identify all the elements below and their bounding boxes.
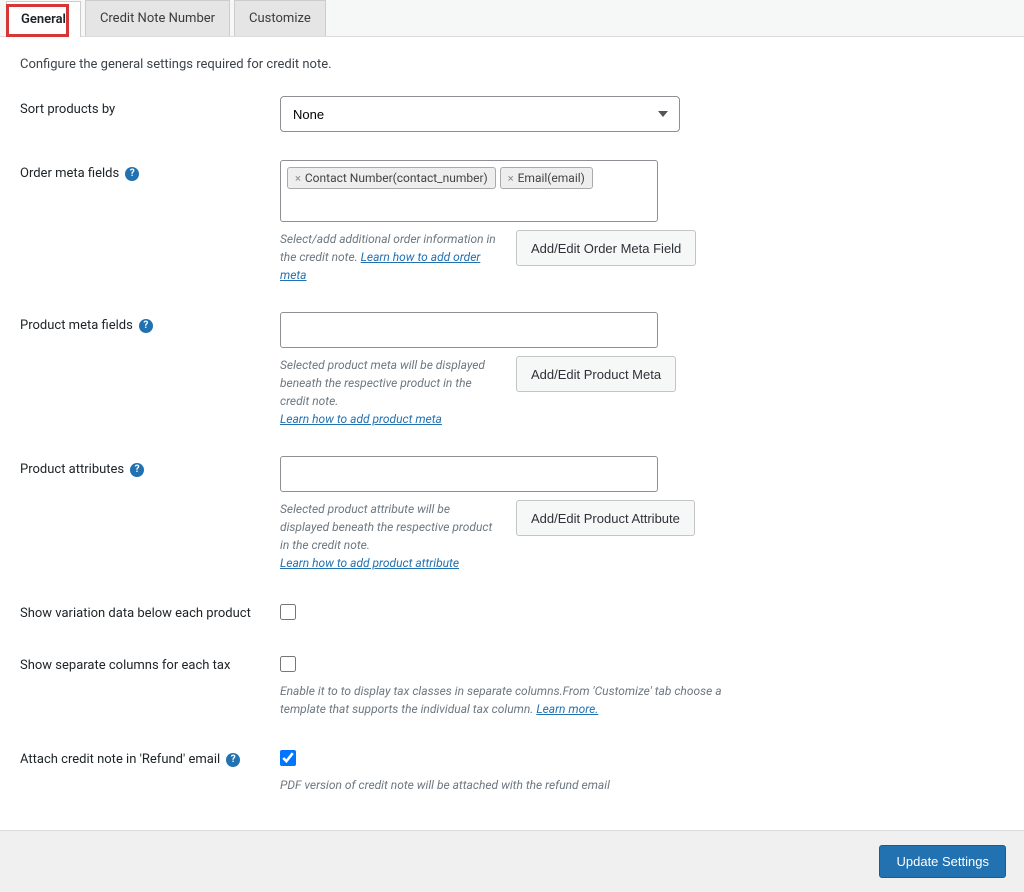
order-meta-tag: × Email(email) xyxy=(500,167,593,189)
add-edit-order-meta-button[interactable]: Add/Edit Order Meta Field xyxy=(516,230,696,266)
order-meta-tag: × Contact Number(contact_number) xyxy=(287,167,496,189)
add-edit-product-attribute-button[interactable]: Add/Edit Product Attribute xyxy=(516,500,695,536)
intro-text: Configure the general settings required … xyxy=(20,57,1004,72)
help-icon[interactable]: ? xyxy=(130,463,144,477)
settings-panel: Configure the general settings required … xyxy=(0,37,1024,831)
tax-columns-learn-link[interactable]: Learn more. xyxy=(536,702,598,716)
product-meta-hint: Selected product meta will be displayed … xyxy=(280,356,496,428)
help-icon[interactable]: ? xyxy=(226,753,240,767)
label-product-meta: Product meta fields xyxy=(20,318,133,333)
row-tax-columns: Show separate columns for each tax Enabl… xyxy=(20,652,1004,718)
order-meta-input[interactable]: × Contact Number(contact_number) × Email… xyxy=(280,160,658,222)
row-attach-email: Attach credit note in 'Refund' email ? P… xyxy=(20,746,1004,794)
variation-data-checkbox[interactable] xyxy=(280,604,296,620)
footer-bar: Update Settings xyxy=(0,831,1024,892)
row-order-meta: Order meta fields ? × Contact Number(con… xyxy=(20,160,1004,284)
attach-email-checkbox[interactable] xyxy=(280,750,296,766)
tab-credit-note-number[interactable]: Credit Note Number xyxy=(85,0,230,36)
update-settings-button[interactable]: Update Settings xyxy=(879,845,1006,878)
product-attr-learn-link[interactable]: Learn how to add product attribute xyxy=(280,556,459,570)
remove-tag-icon[interactable]: × xyxy=(295,172,301,185)
tax-columns-checkbox[interactable] xyxy=(280,656,296,672)
product-meta-learn-link[interactable]: Learn how to add product meta xyxy=(280,412,442,426)
product-attr-hint: Selected product attribute will be displ… xyxy=(280,500,496,572)
row-sort-products: Sort products by None xyxy=(20,96,1004,132)
tab-customize[interactable]: Customize xyxy=(234,0,326,36)
order-meta-hint: Select/add additional order information … xyxy=(280,230,496,284)
help-icon[interactable]: ? xyxy=(139,319,153,333)
product-meta-input[interactable] xyxy=(280,312,658,348)
tax-columns-desc: Enable it to to display tax classes in s… xyxy=(280,682,740,718)
tab-general[interactable]: General xyxy=(6,1,81,37)
label-product-attributes: Product attributes xyxy=(20,462,124,477)
row-product-attributes: Product attributes ? Selected product at… xyxy=(20,456,1004,572)
row-variation-data: Show variation data below each product xyxy=(20,600,1004,624)
label-variation-data: Show variation data below each product xyxy=(20,600,280,621)
label-order-meta: Order meta fields xyxy=(20,166,119,181)
label-tax-columns: Show separate columns for each tax xyxy=(20,652,280,673)
tab-bar: General Credit Note Number Customize xyxy=(0,0,1024,37)
attach-email-desc: PDF version of credit note will be attac… xyxy=(280,776,740,794)
remove-tag-icon[interactable]: × xyxy=(508,172,514,185)
help-icon[interactable]: ? xyxy=(125,167,139,181)
row-product-meta: Product meta fields ? Selected product m… xyxy=(20,312,1004,428)
sort-products-select[interactable]: None xyxy=(280,96,680,132)
add-edit-product-meta-button[interactable]: Add/Edit Product Meta xyxy=(516,356,676,392)
label-sort-products: Sort products by xyxy=(20,96,280,117)
label-attach-email: Attach credit note in 'Refund' email xyxy=(20,752,220,767)
product-attribute-input[interactable] xyxy=(280,456,658,492)
